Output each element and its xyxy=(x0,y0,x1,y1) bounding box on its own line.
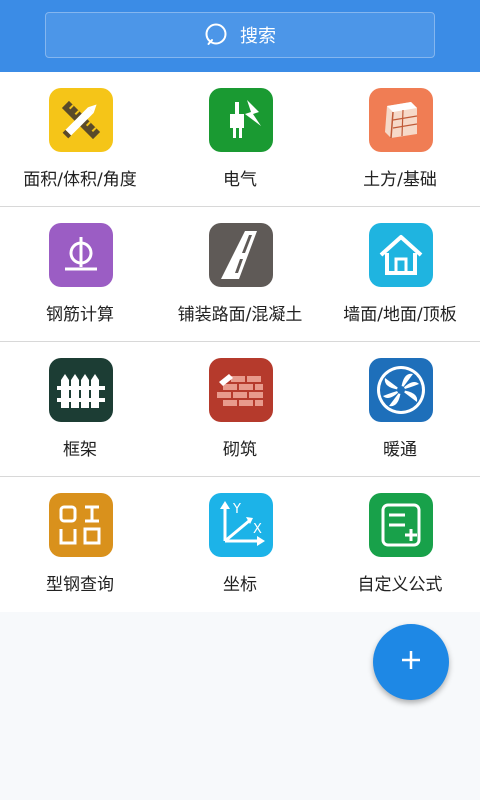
search-icon xyxy=(204,22,230,48)
plus-icon xyxy=(399,648,423,676)
coordinate-axes-icon: Y X xyxy=(209,493,273,557)
category-item-rebar[interactable]: 钢筋计算 xyxy=(0,207,160,342)
category-label: 钢筋计算 xyxy=(46,305,114,325)
category-item-hvac[interactable]: 暖通 xyxy=(320,342,480,477)
earthwork-icon xyxy=(369,88,433,152)
grid-row: 钢筋计算 铺装路面/混凝土 墙面/地面/顶板 xyxy=(0,207,480,342)
category-item-frame[interactable]: 框架 xyxy=(0,342,160,477)
category-item-wall-floor-ceiling[interactable]: 墙面/地面/顶板 xyxy=(320,207,480,342)
category-item-coordinates[interactable]: Y X 坐标 xyxy=(160,477,320,612)
search-bar[interactable]: 搜索 xyxy=(45,12,435,58)
category-label: 电气 xyxy=(223,170,257,190)
category-item-masonry[interactable]: 砌筑 xyxy=(160,342,320,477)
svg-text:X: X xyxy=(253,522,262,537)
category-label: 框架 xyxy=(63,440,97,460)
category-grid: 面积/体积/角度 电气 土方/基础 钢筋计算 铺装路面/混凝土 墙面/地面/顶板… xyxy=(0,72,480,612)
category-label: 型钢查询 xyxy=(46,575,114,595)
ruler-pencil-icon xyxy=(49,88,113,152)
category-item-area-volume-angle[interactable]: 面积/体积/角度 xyxy=(0,72,160,207)
fan-icon xyxy=(369,358,433,422)
electric-plug-icon xyxy=(209,88,273,152)
fence-icon xyxy=(49,358,113,422)
category-label: 墙面/地面/顶板 xyxy=(343,305,457,325)
grid-row: 面积/体积/角度 电气 土方/基础 xyxy=(0,72,480,207)
app-header: 搜索 xyxy=(0,0,480,72)
category-item-paving-concrete[interactable]: 铺装路面/混凝土 xyxy=(160,207,320,342)
grid-row: 型钢查询 Y X 坐标 自定义公式 xyxy=(0,477,480,612)
category-item-electric[interactable]: 电气 xyxy=(160,72,320,207)
category-label: 暖通 xyxy=(383,440,417,460)
category-label: 铺装路面/混凝土 xyxy=(177,305,303,325)
category-item-earthwork[interactable]: 土方/基础 xyxy=(320,72,480,207)
category-label: 坐标 xyxy=(223,575,257,595)
search-label: 搜索 xyxy=(240,26,276,47)
add-button[interactable] xyxy=(373,624,449,700)
house-icon xyxy=(369,223,433,287)
category-item-steel-section[interactable]: 型钢查询 xyxy=(0,477,160,612)
grid-row: 框架 砌筑 暖通 xyxy=(0,342,480,477)
steel-section-icon xyxy=(49,493,113,557)
category-label: 面积/体积/角度 xyxy=(23,170,137,190)
custom-formula-icon xyxy=(369,493,433,557)
category-item-custom-formula[interactable]: 自定义公式 xyxy=(320,477,480,612)
svg-text:Y: Y xyxy=(232,502,241,517)
category-label: 砌筑 xyxy=(223,440,257,460)
brick-wall-icon xyxy=(209,358,273,422)
category-label: 土方/基础 xyxy=(363,170,437,190)
category-label: 自定义公式 xyxy=(357,575,443,595)
road-icon xyxy=(209,223,273,287)
rebar-icon xyxy=(49,223,113,287)
